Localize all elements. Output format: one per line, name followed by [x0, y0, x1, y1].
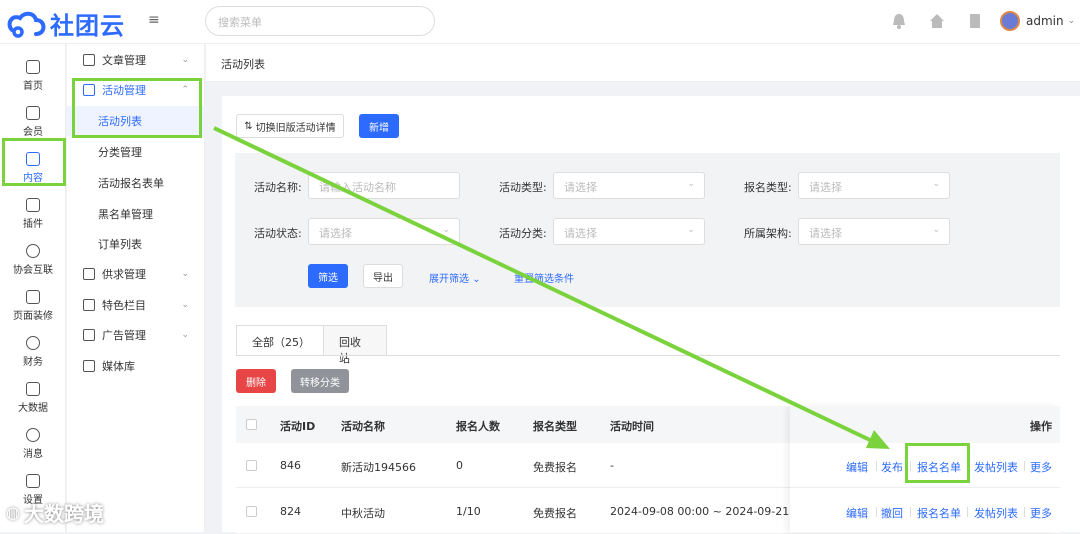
watermark-icon: ◍: [6, 503, 20, 522]
watermark: ◍ 大数跨境: [6, 498, 104, 527]
watermark-text: 大数跨境: [23, 502, 104, 526]
arrow-annotation: [213, 126, 890, 449]
